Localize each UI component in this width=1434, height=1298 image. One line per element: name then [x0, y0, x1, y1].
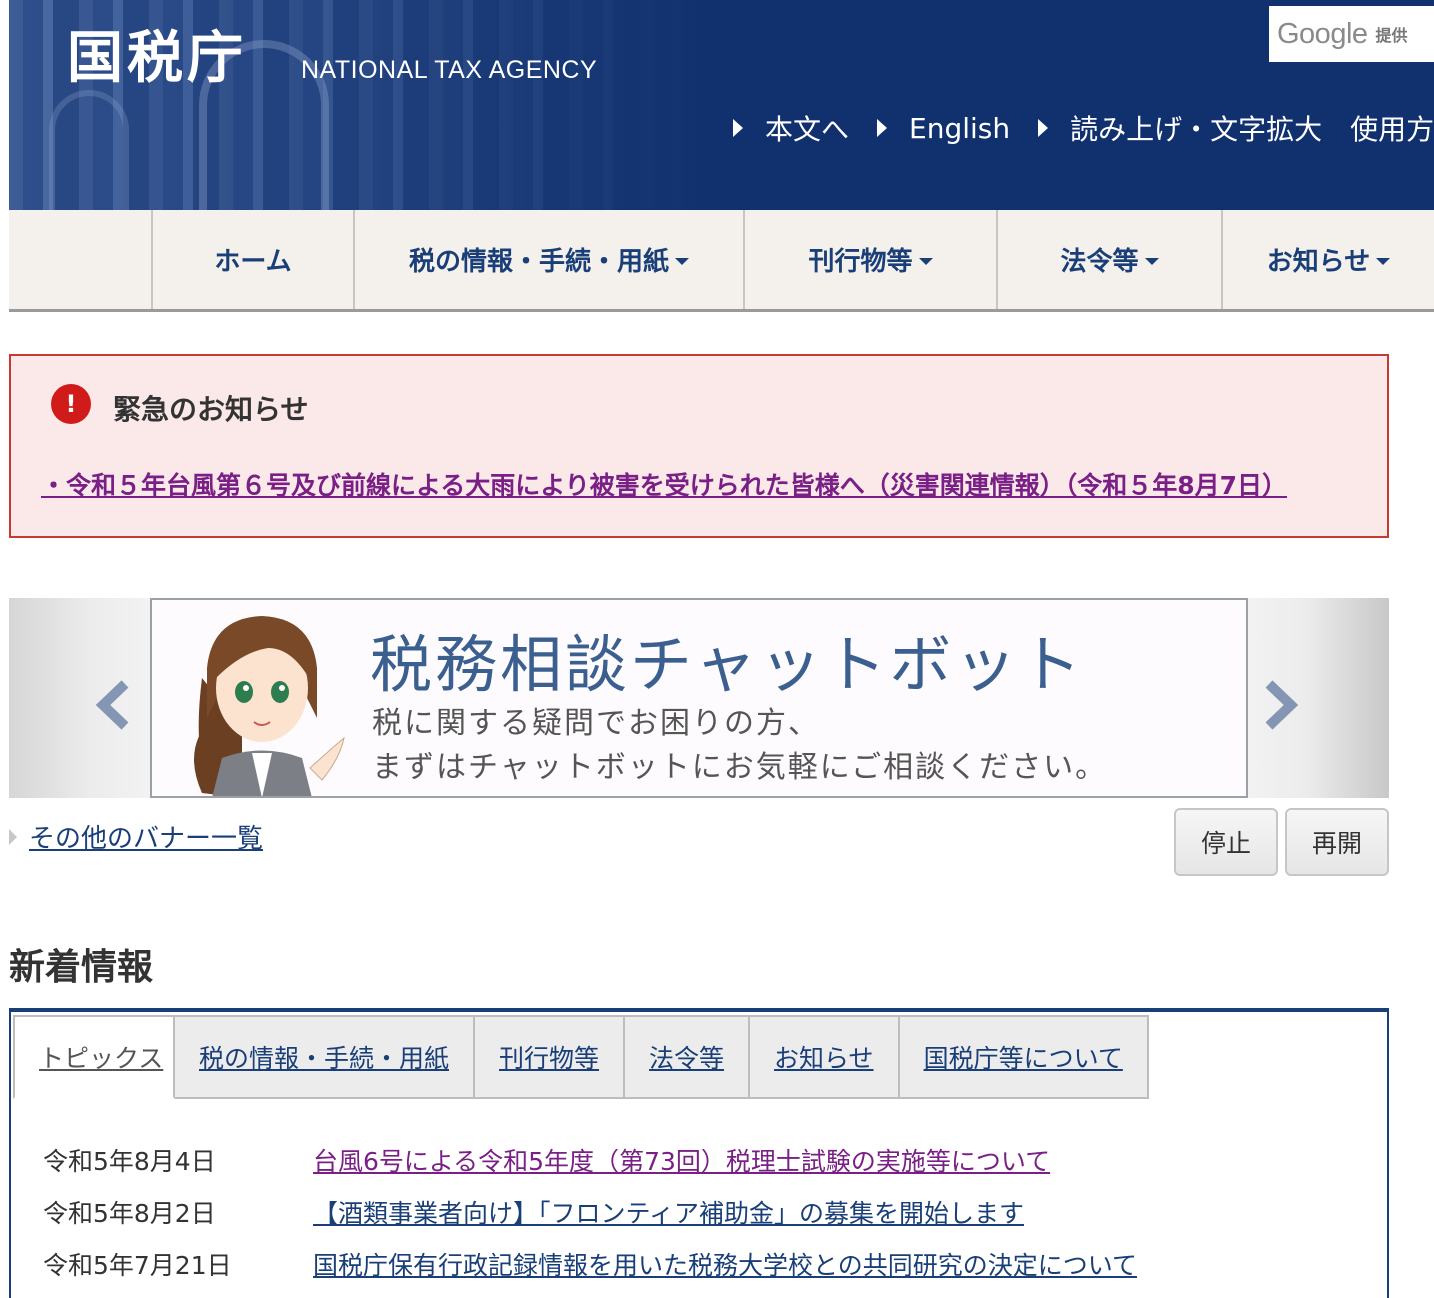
- banner-carousel: 税務相談チャットボット 税に関する疑問でお困りの方、 まずはチャットボットにお気…: [9, 598, 1389, 798]
- english-link[interactable]: English: [877, 112, 1010, 145]
- chatbot-banner[interactable]: 税務相談チャットボット 税に関する疑問でお困りの方、 まずはチャットボットにお気…: [150, 598, 1248, 798]
- tab-topics[interactable]: トピックス: [13, 1015, 175, 1099]
- arrow-right-icon: [1038, 119, 1049, 137]
- chatbot-character-illustration: [194, 616, 345, 796]
- arrow-right-icon: [9, 828, 17, 845]
- tab-laws[interactable]: 法令等: [625, 1015, 751, 1099]
- banner-title: 税務相談チャットボット: [370, 628, 1085, 701]
- emergency-notice-title: 緊急のお知らせ: [113, 393, 309, 426]
- news-item: 令和5年8月2日 【酒類事業者向け】「フロンティア補助金」の募集を開始します: [43, 1186, 1137, 1238]
- alert-icon: !: [51, 384, 91, 424]
- global-nav: ホーム 税の情報・手続・用紙 刊行物等 法令等 お知らせ: [9, 210, 1434, 312]
- news-link[interactable]: 国税庁保有行政記録情報を用いた税務大学校との共同研究の決定について: [313, 1246, 1137, 1282]
- arrow-right-icon: [877, 119, 888, 137]
- chevron-down-icon: [1144, 258, 1159, 265]
- carousel-resume-button[interactable]: 再開: [1285, 808, 1389, 876]
- carousel-stop-button[interactable]: 停止: [1174, 808, 1278, 876]
- tab-about-nta[interactable]: 国税庁等について: [899, 1015, 1149, 1099]
- news-link[interactable]: 台風6号による令和5年度（第73回）税理士試験の実施等について: [313, 1142, 1050, 1178]
- whats-new-heading: 新着情報: [9, 947, 154, 988]
- gnav-tax-info[interactable]: 税の情報・手続・用紙: [353, 210, 743, 309]
- gnav-home[interactable]: ホーム: [151, 210, 353, 309]
- news-date: 令和5年8月2日: [43, 1199, 216, 1228]
- other-banners-link[interactable]: その他のバナー一覧: [9, 818, 263, 855]
- chevron-down-icon: [918, 258, 933, 265]
- site-logo-english: NATIONAL TAX AGENCY: [301, 56, 598, 84]
- banner-subtitle: 税に関する疑問でお困りの方、 まずはチャットボットにお気軽にご相談ください。: [372, 706, 1108, 785]
- news-list: 令和5年8月4日 台風6号による令和5年度（第73回）税理士試験の実施等について…: [43, 1134, 1137, 1290]
- text-to-speech-link[interactable]: 読み上げ・文字拡大: [1038, 108, 1322, 148]
- tab-tax-info[interactable]: 税の情報・手続・用紙: [175, 1015, 476, 1099]
- gnav-publications[interactable]: 刊行物等: [743, 210, 996, 309]
- news-date: 令和5年8月4日: [43, 1147, 216, 1176]
- chevron-left-icon: [95, 680, 129, 730]
- emergency-notice-link[interactable]: ・令和５年台風第６号及び前線による大雨により被害を受けられた皆様へ（災害関連情報…: [41, 466, 1287, 502]
- gnav-notices[interactable]: お知らせ: [1221, 210, 1434, 309]
- carousel-next-button[interactable]: [1259, 680, 1299, 730]
- emergency-notice: ! 緊急のお知らせ ・令和５年台風第６号及び前線による大雨により被害を受けられた…: [9, 354, 1389, 538]
- tab-publications[interactable]: 刊行物等: [475, 1015, 626, 1099]
- arrow-right-icon: [733, 119, 743, 137]
- carousel-prev-button[interactable]: [95, 680, 135, 730]
- chevron-right-icon: [1265, 680, 1299, 730]
- how-to-use-link[interactable]: 使用方法: [1350, 108, 1434, 148]
- google-logo: Google: [1277, 17, 1368, 50]
- gnav-laws[interactable]: 法令等: [996, 210, 1221, 309]
- news-item: 令和5年7月21日 国税庁保有行政記録情報を用いた税務大学校との共同研究の決定に…: [43, 1238, 1137, 1290]
- site-logo[interactable]: 国税庁: [67, 30, 247, 86]
- site-header: 国税庁 NATIONAL TAX AGENCY Google 提供 本文へ En…: [9, 0, 1434, 210]
- gnav-spacer: [9, 210, 151, 309]
- google-search-badge[interactable]: Google 提供: [1269, 6, 1434, 62]
- tab-notices[interactable]: お知らせ: [750, 1015, 900, 1099]
- whats-new-tabs: トピックス 税の情報・手続・用紙 刊行物等 法令等 お知らせ 国税庁等について: [13, 1015, 1149, 1099]
- chevron-down-icon: [1376, 258, 1391, 265]
- google-provided-label: 提供: [1375, 26, 1408, 45]
- news-item: 令和5年8月4日 台風6号による令和5年度（第73回）税理士試験の実施等について: [43, 1134, 1137, 1186]
- news-date: 令和5年7月21日: [43, 1251, 232, 1280]
- utility-nav: 本文へ English 読み上げ・文字拡大 使用方法: [733, 108, 1434, 148]
- news-link[interactable]: 【酒類事業者向け】「フロンティア補助金」の募集を開始します: [313, 1194, 1024, 1230]
- chevron-down-icon: [675, 258, 689, 265]
- whats-new-panel: トピックス 税の情報・手続・用紙 刊行物等 法令等 お知らせ 国税庁等について …: [9, 1008, 1389, 1298]
- skip-to-content-link[interactable]: 本文へ: [733, 108, 849, 148]
